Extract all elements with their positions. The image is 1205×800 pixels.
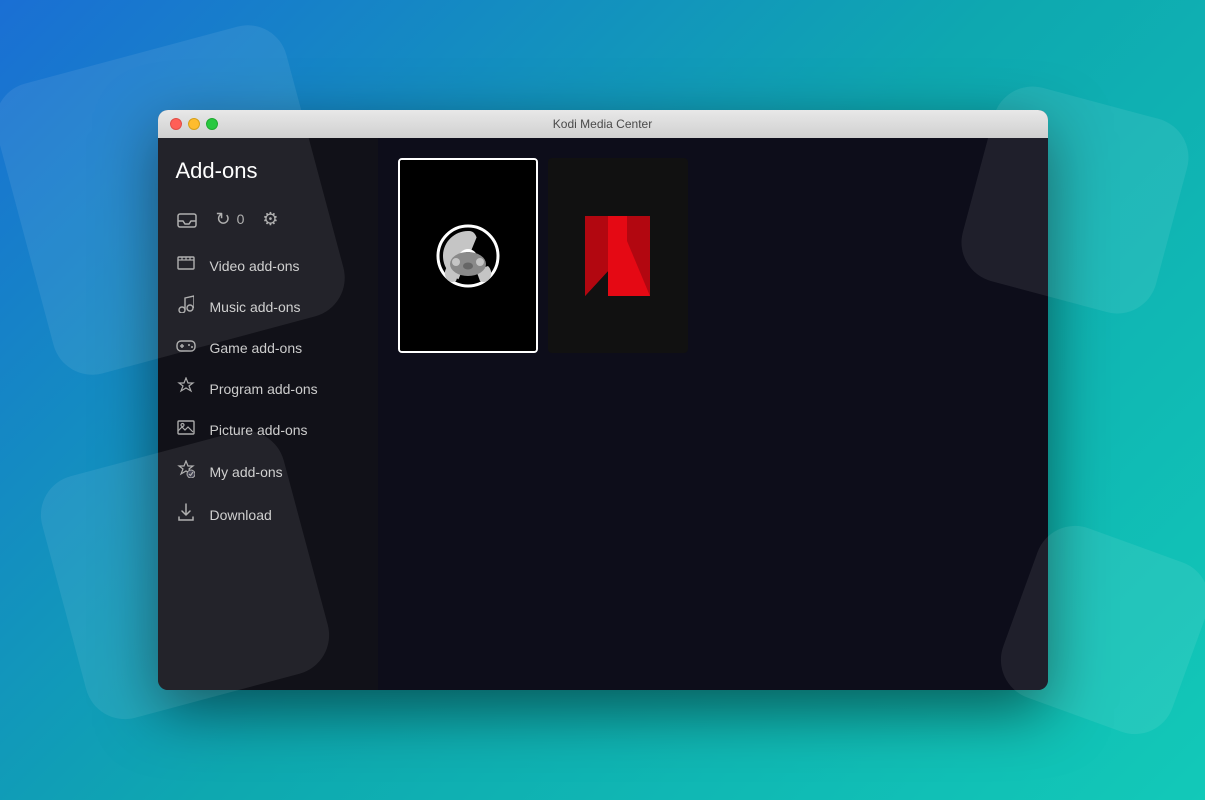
netflix-thumbnail [548, 158, 688, 353]
steam-thumbnail [400, 160, 536, 351]
sidebar-item-program-label: Program add-ons [210, 381, 318, 397]
sidebar-item-program[interactable]: Program add-ons [158, 367, 378, 410]
minimize-button[interactable] [188, 118, 200, 130]
traffic-lights [170, 118, 218, 130]
addon-card-steam[interactable]: Steam Community [398, 158, 538, 353]
window-title: Kodi Media Center [553, 117, 652, 131]
maximize-button[interactable] [206, 118, 218, 130]
main-content: Steam Community Netflix [378, 138, 1048, 690]
program-icon [176, 377, 196, 400]
sidebar-item-game-label: Game add-ons [210, 340, 303, 356]
picture-icon [176, 420, 196, 440]
addon-grid: Steam Community Netflix [398, 158, 1028, 353]
steam-label: Steam Community [400, 351, 536, 353]
addon-card-netflix[interactable]: Netflix [548, 158, 688, 353]
close-button[interactable] [170, 118, 182, 130]
title-bar: Kodi Media Center [158, 110, 1048, 138]
